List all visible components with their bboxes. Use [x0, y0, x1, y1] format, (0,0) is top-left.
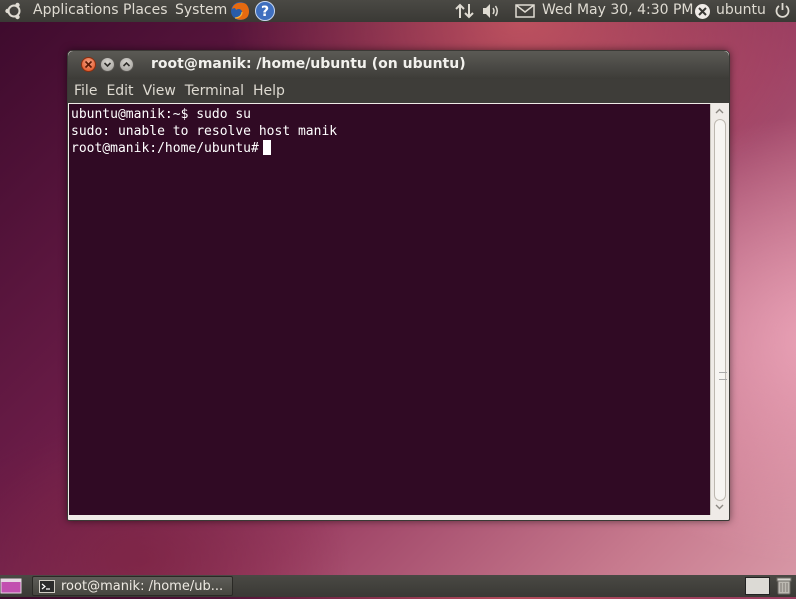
firefox-icon[interactable]	[229, 0, 251, 22]
ubuntu-logo-icon[interactable]	[4, 2, 24, 20]
top-panel: Applications Places System ? Wed May 30,…	[0, 0, 796, 22]
menu-places[interactable]: Places	[123, 2, 168, 18]
scroll-down-icon[interactable]	[713, 500, 726, 513]
taskbar-button-terminal[interactable]: root@manik: /home/ub...	[32, 576, 233, 596]
trash-icon[interactable]	[776, 577, 792, 595]
terminal-output[interactable]: ubuntu@manik:~$ sudo su sudo: unable to …	[69, 104, 710, 515]
power-icon[interactable]	[774, 2, 791, 23]
menu-bar: File Edit View Terminal Help	[68, 79, 729, 103]
menu-view[interactable]: View	[137, 83, 179, 99]
workspace-switcher[interactable]	[745, 577, 770, 595]
scroll-up-icon[interactable]	[713, 105, 726, 118]
close-button[interactable]	[81, 57, 96, 72]
scroll-grip	[719, 372, 727, 380]
help-icon[interactable]: ?	[254, 0, 276, 22]
show-desktop-icon[interactable]	[0, 578, 22, 594]
close-icon	[84, 60, 93, 69]
terminal-line: sudo: unable to resolve host manik	[71, 124, 338, 139]
scroll-thumb[interactable]	[714, 119, 727, 501]
svg-text:?: ?	[261, 4, 269, 20]
maximize-button[interactable]	[119, 57, 134, 72]
menu-file[interactable]: File	[68, 83, 100, 99]
user-name[interactable]: ubuntu	[716, 2, 766, 18]
menu-edit[interactable]: Edit	[100, 83, 136, 99]
network-icon[interactable]	[455, 3, 475, 23]
text-cursor	[262, 140, 271, 155]
terminal-icon	[39, 579, 55, 593]
menu-help[interactable]: Help	[247, 83, 288, 99]
user-status-icon[interactable]	[694, 3, 711, 24]
volume-icon[interactable]	[482, 3, 500, 23]
window-title: root@manik: /home/ubuntu (on ubuntu)	[151, 56, 466, 72]
vertical-scrollbar[interactable]	[710, 104, 728, 515]
terminal-line: ubuntu@manik:~$ sudo su	[71, 107, 252, 122]
minimize-button[interactable]	[100, 57, 115, 72]
chevron-up-icon	[122, 61, 131, 67]
terminal-window: root@manik: /home/ubuntu (on ubuntu) Fil…	[67, 50, 730, 521]
menu-terminal[interactable]: Terminal	[179, 83, 247, 99]
mail-icon[interactable]	[515, 4, 535, 22]
taskbar-label: root@manik: /home/ub...	[61, 578, 224, 594]
window-titlebar[interactable]: root@manik: /home/ubuntu (on ubuntu)	[68, 51, 729, 79]
menu-system[interactable]: System	[175, 2, 227, 18]
terminal-prompt: root@manik:/home/ubuntu#	[71, 140, 710, 157]
menu-applications[interactable]: Applications	[33, 2, 119, 18]
clock[interactable]: Wed May 30, 4:30 PM	[542, 2, 694, 18]
bottom-panel: root@manik: /home/ub...	[0, 575, 796, 597]
prompt-text: root@manik:/home/ubuntu#	[71, 141, 259, 156]
chevron-down-icon	[103, 62, 112, 68]
